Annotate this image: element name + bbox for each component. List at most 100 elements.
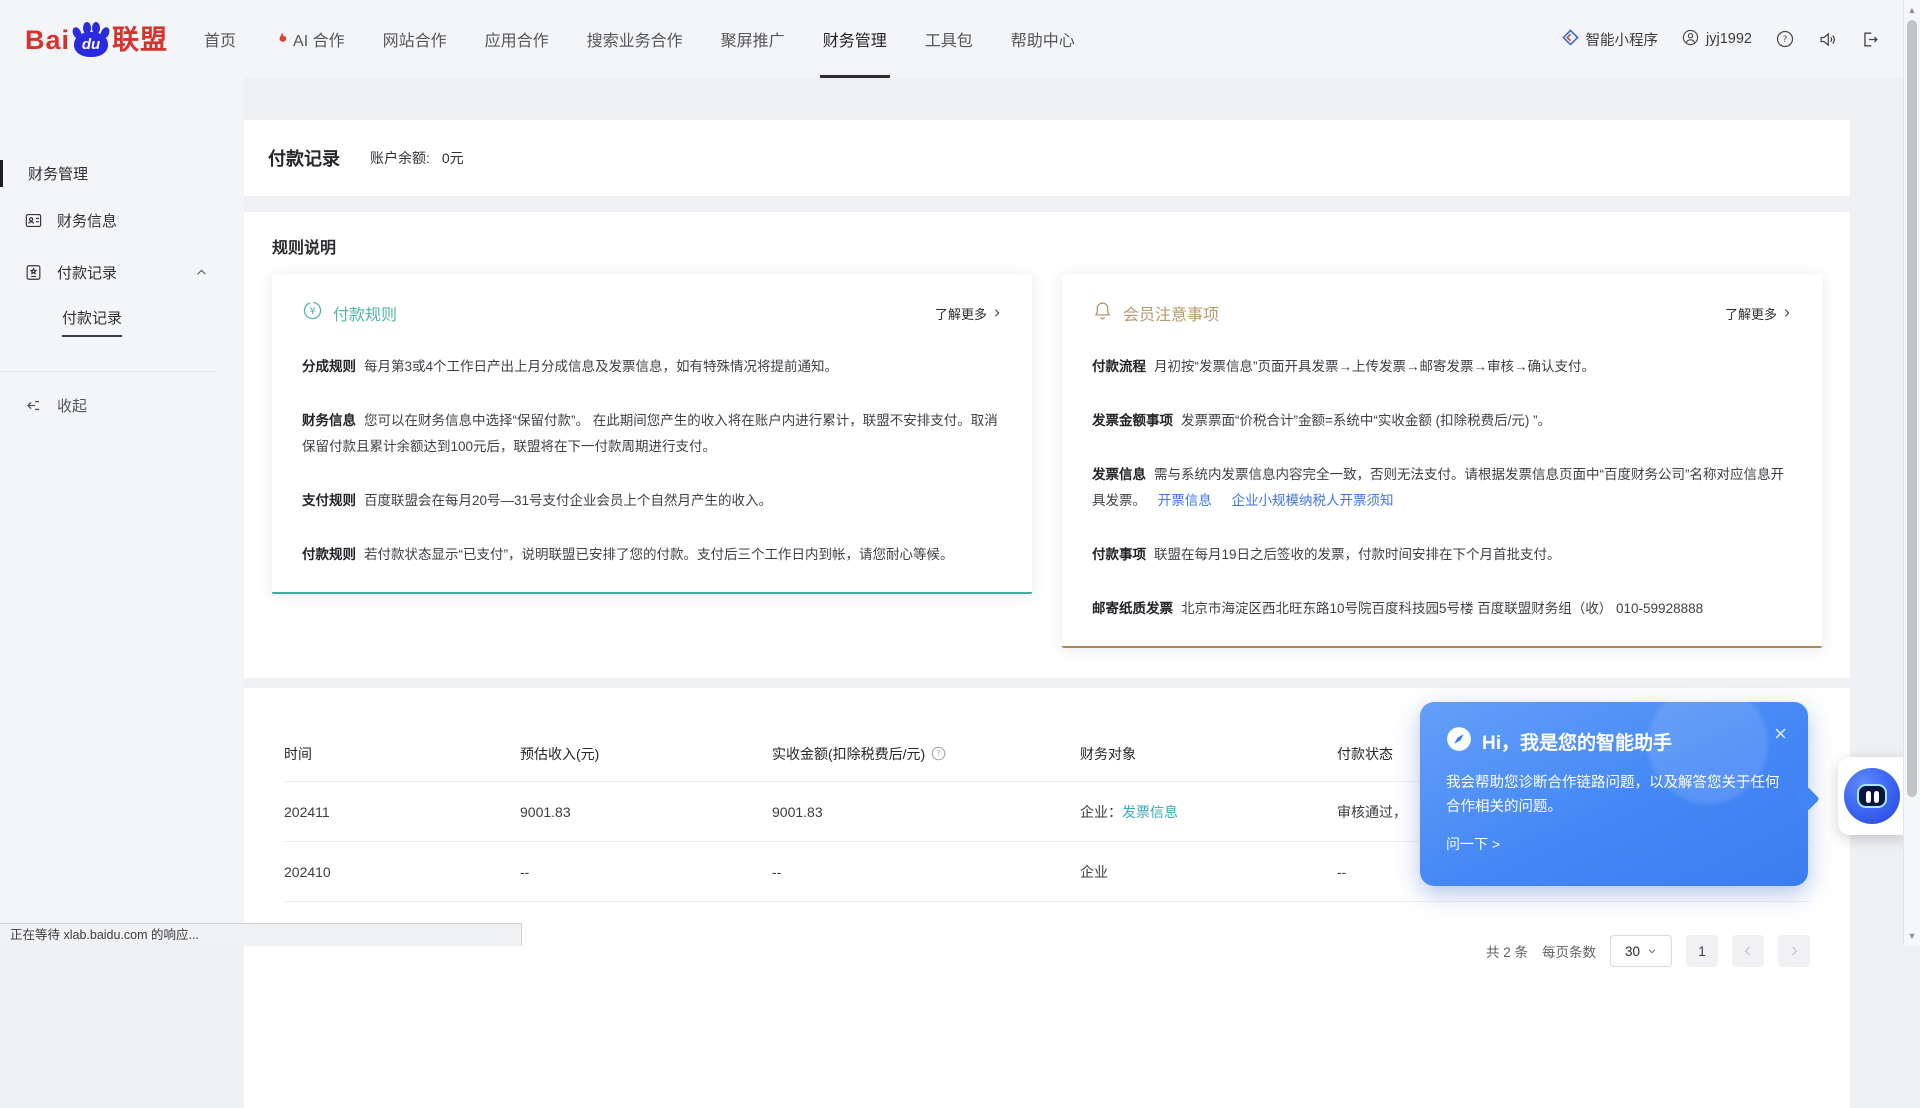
sidebar: 财务管理 财务信息 付款记录 付款记录 收起	[0, 78, 244, 946]
rule-paragraph: 发票金额事项发票票面“价税合计”金额=系统中“实收金额 (扣除税费后/元) ”。	[1092, 408, 1792, 434]
sidebar-collapse-button[interactable]: 收起	[0, 387, 220, 423]
small-taxpayer-notice-link[interactable]: 企业小规模纳税人开票须知	[1232, 493, 1394, 508]
logo-text-bai: Bai	[25, 23, 70, 57]
page-1-button[interactable]: 1	[1686, 935, 1718, 967]
col-header-actual: 实收金额(扣除税费后/元) ?	[772, 744, 1080, 764]
nav-item-toolkit[interactable]: 工具包	[925, 0, 973, 78]
payment-rules-more-link[interactable]: 了解更多	[935, 304, 1002, 323]
cell-time: 202411	[284, 804, 520, 820]
invoice-info-link[interactable]: 开票信息	[1158, 493, 1212, 508]
certificate-icon	[24, 263, 43, 282]
next-page-button[interactable]	[1778, 935, 1810, 967]
nav-item-finance-management[interactable]: 财务管理	[823, 0, 887, 78]
help-icon[interactable]: ?	[1776, 30, 1794, 48]
nav-item-ai-cooperation[interactable]: AI 合作	[274, 0, 345, 78]
col-header-target: 财务对象	[1080, 744, 1337, 764]
ask-now-link[interactable]: 问一下 >	[1446, 834, 1782, 854]
nav-item-home[interactable]: 首页	[204, 0, 236, 78]
per-page-select[interactable]: 30	[1610, 935, 1672, 967]
sound-icon[interactable]	[1818, 30, 1837, 49]
cell-time: 202410	[284, 864, 520, 880]
mini-program-entry[interactable]: 智能小程序	[1562, 29, 1659, 50]
cell-target: 企业	[1080, 862, 1337, 882]
chevron-right-icon	[1788, 945, 1800, 957]
rule-paragraph: 付款规则若付款状态显示“已支付”，说明联盟已安排了您的付款。支付后三个工作日内到…	[302, 542, 1002, 568]
robot-avatar-icon[interactable]	[1844, 768, 1900, 824]
sidebar-item-payment-records[interactable]: 付款记录	[0, 254, 220, 290]
coin-icon: ¥	[302, 300, 323, 326]
svg-text:?: ?	[1783, 35, 1788, 45]
assistant-avatar-card	[1838, 757, 1906, 835]
cell-estimated: --	[520, 864, 772, 880]
rules-section: 规则说明 ¥ 付款规则 了解更多 分成规则每月第3或4个工作日产出上月分成信息及…	[244, 212, 1850, 678]
nav-item-search-cooperation[interactable]: 搜索业务合作	[587, 0, 683, 78]
page-title: 付款记录	[268, 145, 340, 171]
assistant-popup: Hi，我是您的智能助手 我会帮助您诊断合作链路问题，以及解答您关于任何合作相关的…	[1420, 702, 1808, 886]
payment-rules-card: ¥ 付款规则 了解更多 分成规则每月第3或4个工作日产出上月分成信息及发票信息，…	[272, 274, 1032, 594]
sidebar-item-finance-info[interactable]: 财务信息	[0, 202, 220, 238]
nav-item-screen-promotion[interactable]: 聚屏推广	[721, 0, 785, 78]
total-count: 共 2 条	[1486, 941, 1528, 961]
rule-paragraph: 分成规则每月第3或4个工作日产出上月分成信息及发票信息，如有特殊情况将提前通知。	[302, 354, 1002, 380]
logo-text-union: 联盟	[112, 23, 168, 57]
page-header-card: 付款记录 账户余额: 0元	[244, 120, 1850, 196]
cell-actual: --	[772, 864, 1080, 880]
col-header-time: 时间	[284, 744, 520, 764]
baidu-paw-icon: du	[71, 21, 111, 57]
cell-target: 企业：发票信息	[1080, 802, 1337, 822]
rule-paragraph: 付款流程月初按“发票信息”页面开具发票→上传发票→邮寄发票→审核→确认支付。	[1092, 354, 1792, 380]
flame-icon	[274, 31, 289, 47]
sidebar-subitem-payment-records[interactable]: 付款记录	[0, 304, 220, 340]
user-icon	[1682, 29, 1699, 50]
rule-paragraph: 邮寄纸质发票北京市海淀区西北旺东路10号院百度科技园5号楼 百度联盟财务组（收）…	[1092, 596, 1792, 622]
balance-label: 账户余额:	[370, 148, 430, 168]
baidu-union-logo[interactable]: Bai du 联盟	[25, 21, 168, 57]
info-circle-icon[interactable]: ?	[931, 746, 946, 761]
scrollbar-thumb[interactable]	[1907, 20, 1917, 797]
member-notes-more-link[interactable]: 了解更多	[1725, 304, 1792, 323]
payment-rules-title: 付款规则	[333, 301, 397, 325]
nav-item-app-cooperation[interactable]: 应用合作	[485, 0, 549, 78]
assistant-message: 我会帮助您诊断合作链路问题，以及解答您关于任何合作相关的问题。	[1446, 771, 1782, 819]
active-section-bar	[0, 160, 3, 187]
compass-icon	[1446, 726, 1472, 757]
sidebar-divider	[0, 371, 216, 372]
nav-right-group: 智能小程序 jyj1992 ?	[1562, 0, 1880, 78]
user-account[interactable]: jyj1992	[1682, 29, 1752, 50]
main-menu: 首页 AI 合作 网站合作 应用合作 搜索业务合作 聚屏推广 财务管理 工具包 …	[204, 0, 1075, 78]
close-icon[interactable]	[1773, 726, 1788, 741]
id-card-icon	[24, 211, 43, 230]
nav-item-help-center[interactable]: 帮助中心	[1011, 0, 1075, 78]
rules-section-title: 规则说明	[272, 234, 1822, 258]
chevron-left-icon	[1742, 945, 1754, 957]
svg-text:¥: ¥	[309, 306, 315, 317]
rule-paragraph: 支付规则百度联盟会在每月20号—31号支付企业会员上个自然月产生的收入。	[302, 488, 1002, 514]
balance-value: 0元	[442, 148, 464, 168]
sidebar-section-finance-management[interactable]: 财务管理	[0, 155, 220, 191]
scroll-down-arrow-icon[interactable]: ▼	[1904, 931, 1920, 941]
chevron-right-icon	[992, 308, 1002, 318]
nav-item-website-cooperation[interactable]: 网站合作	[383, 0, 447, 78]
browser-status-bar: 正在等待 xlab.baidu.com 的响应...	[0, 923, 522, 946]
diamond-icon	[1562, 29, 1579, 50]
rule-paragraph: 付款事项联盟在每月19日之后签收的发票，付款时间安排在下个月首批支付。	[1092, 542, 1792, 568]
col-header-estimated: 预估收入(元)	[520, 744, 772, 764]
vertical-scrollbar[interactable]: ▲ ▼	[1903, 0, 1920, 946]
rule-paragraph: 发票信息需与系统内发票信息内容完全一致，否则无法支付。请根据发票信息页面中“百度…	[1092, 462, 1792, 514]
assistant-title: Hi，我是您的智能助手	[1482, 728, 1672, 755]
per-page-label: 每页条数	[1542, 941, 1596, 961]
logout-icon[interactable]	[1861, 30, 1880, 49]
collapse-icon	[24, 396, 43, 415]
member-notes-card: 会员注意事项 了解更多 付款流程月初按“发票信息”页面开具发票→上传发票→邮寄发…	[1062, 274, 1822, 648]
prev-page-button[interactable]	[1732, 935, 1764, 967]
scroll-up-arrow-icon[interactable]: ▲	[1904, 5, 1920, 15]
svg-text:?: ?	[937, 749, 941, 758]
bell-icon	[1092, 300, 1113, 326]
chevron-right-icon	[1782, 308, 1792, 318]
top-navigation: Bai du 联盟 首页 AI 合作 网站合作 应用合作 搜索业务合作 聚屏推广…	[0, 0, 1920, 78]
chevron-up-icon	[195, 266, 208, 279]
chevron-down-icon	[1647, 946, 1657, 956]
cell-actual: 9001.83	[772, 804, 1080, 820]
invoice-info-table-link[interactable]: 发票信息	[1122, 804, 1178, 820]
cell-estimated: 9001.83	[520, 804, 772, 820]
